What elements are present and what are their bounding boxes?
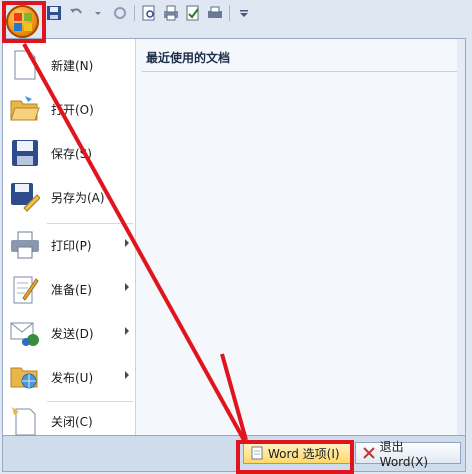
word-window: 新建(N) 打开(O) 保存(S) 另存为(A) 打印(P) 准备(E) 发送(…	[0, 0, 472, 474]
annotation-arrows	[22, 43, 248, 441]
annotation-arrow-head	[220, 353, 248, 441]
annotation-arrow-line	[22, 43, 246, 441]
